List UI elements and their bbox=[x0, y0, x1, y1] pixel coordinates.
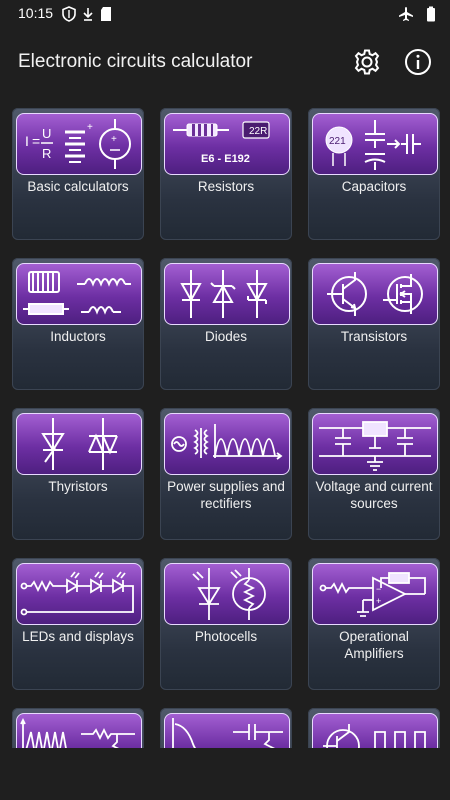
category-photocells[interactable]: Photocells bbox=[160, 558, 292, 690]
basic-calculators-thumbnail: I = U R + + bbox=[16, 113, 142, 175]
transistors-thumbnail bbox=[312, 263, 438, 325]
category-diodes[interactable]: Diodes bbox=[160, 258, 292, 390]
status-right-icons bbox=[398, 6, 436, 22]
resistor-icon: 22R E6 - E192 bbox=[173, 121, 270, 165]
svg-text:−: − bbox=[376, 584, 381, 594]
bottom-spacer bbox=[0, 748, 450, 800]
svg-text:+: + bbox=[87, 122, 93, 133]
battery-icon bbox=[427, 6, 435, 22]
status-bar: 10:15 bbox=[0, 0, 450, 28]
diode-icon bbox=[180, 270, 268, 318]
opamp-icon: − + bbox=[319, 572, 426, 617]
category-transistors[interactable]: Transistors bbox=[308, 258, 440, 390]
category-item-15[interactable] bbox=[308, 708, 440, 748]
category-label: Power supplies and rectifiers bbox=[167, 479, 285, 511]
category-label: Capacitors bbox=[341, 179, 407, 194]
svg-text:+: + bbox=[111, 134, 117, 145]
info-button[interactable] bbox=[400, 44, 436, 80]
filter-icon bbox=[20, 717, 135, 748]
svg-text:=: = bbox=[32, 133, 40, 149]
category-resistors[interactable]: 22R E6 - E192 Resistors bbox=[160, 108, 292, 240]
category-14-thumbnail bbox=[164, 713, 290, 748]
voltage-source-icon bbox=[319, 421, 431, 471]
category-label: LEDs and displays bbox=[22, 629, 134, 644]
category-label: Diodes bbox=[204, 329, 248, 344]
opamp-thumbnail: − + bbox=[312, 563, 438, 625]
category-label: Thyristors bbox=[48, 479, 108, 494]
category-grid: I = U R + + Basic calculators 22R E6 - E… bbox=[10, 106, 440, 748]
svg-text:221: 221 bbox=[329, 136, 346, 147]
thyristor-icon bbox=[41, 418, 118, 470]
category-inductors[interactable]: Inductors bbox=[12, 258, 144, 390]
svg-text:R: R bbox=[42, 146, 51, 161]
capacitor-icon: 221 bbox=[325, 120, 421, 170]
svg-text:U: U bbox=[42, 126, 51, 141]
settings-button[interactable] bbox=[349, 44, 385, 80]
category-label: Resistors bbox=[197, 179, 255, 194]
category-thyristors[interactable]: Thyristors bbox=[12, 408, 144, 540]
category-label: Transistors bbox=[340, 329, 408, 344]
inductors-thumbnail bbox=[16, 263, 142, 325]
page-title: Electronic circuits calculator bbox=[18, 51, 253, 72]
category-power-supplies[interactable]: Power supplies and rectifiers bbox=[160, 408, 292, 540]
category-label: Operational Amplifiers bbox=[339, 629, 409, 661]
svg-text:22R: 22R bbox=[249, 126, 267, 137]
status-left-icons bbox=[62, 6, 112, 22]
ohms-law-icon: I = U R + + bbox=[25, 119, 131, 169]
status-time: 10:15 bbox=[18, 5, 54, 21]
rectifier-icon bbox=[171, 424, 283, 460]
category-13-thumbnail bbox=[16, 713, 142, 748]
photocells-thumbnail bbox=[164, 563, 290, 625]
category-label: Basic calculators bbox=[27, 179, 129, 194]
category-label: Voltage and current sources bbox=[315, 479, 433, 511]
inductor-icon bbox=[23, 271, 131, 315]
pulse-generator-icon bbox=[323, 724, 426, 748]
shield-icon bbox=[62, 6, 76, 22]
category-item-13[interactable] bbox=[12, 708, 144, 748]
info-icon bbox=[405, 49, 431, 75]
led-icon bbox=[20, 571, 134, 616]
category-item-14[interactable] bbox=[160, 708, 292, 748]
capacitors-thumbnail: 221 bbox=[312, 113, 438, 175]
category-voltage-current-sources[interactable]: Voltage and current sources bbox=[308, 408, 440, 540]
airplane-icon bbox=[399, 7, 413, 21]
category-label: Inductors bbox=[50, 329, 106, 344]
download-icon bbox=[83, 8, 93, 21]
svg-text:I: I bbox=[25, 133, 29, 149]
response-curve-icon bbox=[172, 718, 283, 748]
category-leds-displays[interactable]: LEDs and displays bbox=[12, 558, 144, 690]
sources-thumbnail bbox=[312, 413, 438, 475]
resistors-thumbnail: 22R E6 - E192 bbox=[164, 113, 290, 175]
gear-icon bbox=[354, 49, 380, 75]
thyristors-thumbnail bbox=[16, 413, 142, 475]
sd-card-icon bbox=[101, 7, 111, 21]
diodes-thumbnail bbox=[164, 263, 290, 325]
leds-thumbnail bbox=[16, 563, 142, 625]
category-15-thumbnail bbox=[312, 713, 438, 748]
transistor-icon bbox=[327, 272, 423, 316]
app-bar: Electronic circuits calculator bbox=[0, 28, 450, 96]
svg-text:+: + bbox=[376, 596, 381, 606]
category-operational-amplifiers[interactable]: − + Operational Amplifiers bbox=[308, 558, 440, 690]
category-basic-calculators[interactable]: I = U R + + Basic calculators bbox=[12, 108, 144, 240]
svg-text:E6 - E192: E6 - E192 bbox=[201, 153, 250, 165]
power-supplies-thumbnail bbox=[164, 413, 290, 475]
photocell-icon bbox=[192, 568, 266, 620]
category-capacitors[interactable]: 221 Capacitors bbox=[308, 108, 440, 240]
category-label: Photocells bbox=[194, 629, 258, 644]
